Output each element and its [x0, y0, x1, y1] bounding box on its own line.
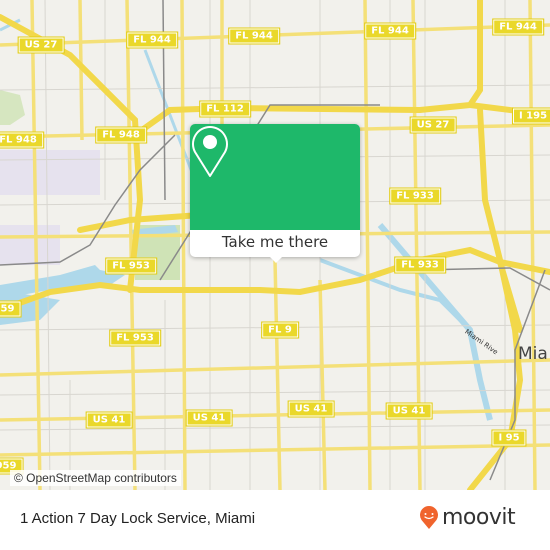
take-me-there-button[interactable]: Take me there — [190, 230, 360, 257]
location-popup: Take me there — [190, 124, 360, 263]
airport-area — [0, 225, 60, 265]
moovit-smiley-pin-icon — [420, 506, 438, 529]
popup-pointer — [268, 255, 284, 263]
road-shield: US 41 — [385, 402, 433, 420]
popup-header — [190, 124, 360, 230]
map-view[interactable]: US 27 FL 944 FL 944 FL 944 FL 944 FL 112… — [0, 0, 550, 490]
canal — [143, 49, 197, 181]
road-shield: FL 933 — [394, 256, 446, 274]
airport-area — [0, 150, 100, 195]
road-shield: I 95 — [491, 429, 527, 447]
road-shield: FL 112 — [199, 100, 251, 118]
road-shield: US 41 — [185, 409, 233, 427]
road-shield: FL 9 — [261, 321, 299, 339]
road-shield: US 27 — [17, 36, 65, 54]
map-attribution[interactable]: © OpenStreetMap contributors — [10, 470, 181, 486]
map-pin-icon — [192, 126, 228, 177]
road-shield: FL 933 — [389, 187, 441, 205]
footer-bar: 1 Action 7 Day Lock Service, Miami moovi… — [0, 490, 550, 550]
road-shield: FL 953 — [109, 329, 161, 347]
road-shield: FL 948 — [0, 131, 44, 149]
city-label: Mia — [518, 344, 548, 364]
road-shield: I 195 — [511, 107, 550, 125]
road-shield: 959 — [0, 300, 22, 318]
moovit-wordmark: moovit — [442, 505, 516, 530]
road-shield: US 41 — [287, 400, 335, 418]
road-shield: US 27 — [409, 116, 457, 134]
road-shield: FL 944 — [228, 27, 280, 45]
road-shield: FL 953 — [105, 257, 157, 275]
place-name: 1 Action 7 Day Lock Service, Miami — [20, 510, 256, 527]
road-shield: FL 948 — [95, 126, 147, 144]
road-shield: FL 944 — [364, 22, 416, 40]
road-shield: FL 944 — [492, 18, 544, 36]
moovit-logo[interactable]: moovit — [419, 505, 516, 530]
road-shield: FL 944 — [126, 31, 178, 49]
road-shield: US 41 — [85, 411, 133, 429]
park — [0, 90, 25, 125]
